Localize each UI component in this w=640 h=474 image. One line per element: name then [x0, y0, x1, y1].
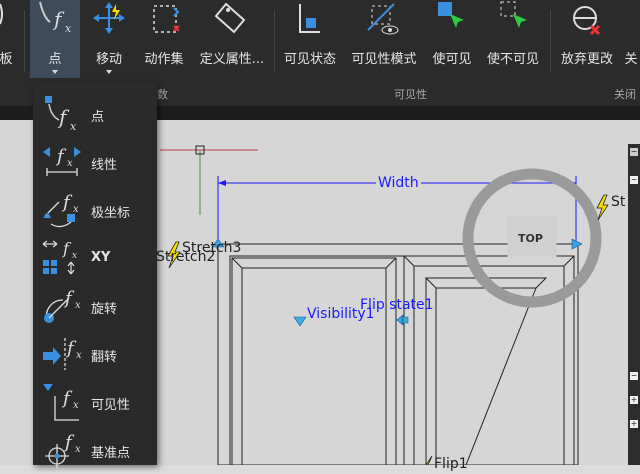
move-icon: [89, 0, 129, 44]
width-dimension-label[interactable]: Width: [376, 175, 421, 191]
base-point-param-icon: f x: [41, 430, 83, 470]
collapse-icon[interactable]: −: [630, 372, 638, 380]
make-invisible-button[interactable]: 使不可见: [482, 0, 544, 78]
svg-text:x: x: [72, 251, 77, 261]
close-editor-button[interactable]: 关: [622, 0, 640, 78]
discard-changes-label: 放弃更改: [560, 52, 613, 67]
flip-param-icon: f x: [41, 334, 83, 374]
panel-icon: [0, 0, 16, 40]
action-set-icon: [144, 0, 184, 44]
menu-item-label: 旋转: [91, 302, 118, 317]
svg-text:f: f: [63, 432, 75, 453]
expand-icon[interactable]: +: [630, 420, 638, 428]
make-visible-button[interactable]: 使可见: [426, 0, 478, 78]
svg-text:f: f: [62, 239, 72, 258]
svg-text:x: x: [75, 300, 81, 311]
collapse-icon[interactable]: −: [630, 148, 638, 156]
menu-item-label: 极坐标: [91, 206, 131, 221]
point-param-icon: f x: [41, 94, 83, 134]
svg-text:f: f: [55, 146, 67, 167]
chevron-down-icon[interactable]: [52, 70, 58, 74]
discard-changes-button[interactable]: 放弃更改: [554, 0, 620, 78]
define-attribute-button[interactable]: 定义属性...: [194, 0, 270, 78]
collapse-icon[interactable]: −: [630, 176, 638, 184]
menu-item-rotation[interactable]: f x 旋转: [33, 282, 157, 330]
point-param-button[interactable]: f x 点: [30, 0, 80, 78]
group-label-visibility: 可见性: [394, 88, 427, 101]
flip1-label[interactable]: Flip1: [434, 456, 468, 472]
visibility-states-label: 可见状态: [283, 52, 336, 67]
visibility-mode-icon: [364, 0, 404, 44]
make-visible-icon: [432, 0, 472, 44]
svg-text:f: f: [57, 105, 70, 129]
move-button[interactable]: 移动: [84, 0, 134, 78]
close-editor-label: 关: [624, 52, 638, 67]
svg-text:x: x: [73, 204, 79, 215]
menu-item-label: 可见性: [91, 398, 131, 413]
stretch2-label[interactable]: Stretch2: [156, 249, 215, 265]
ribbon-separator: [274, 10, 275, 72]
xy-param-icon: f x: [41, 238, 83, 278]
svg-text:f: f: [52, 7, 65, 31]
svg-text:x: x: [75, 444, 81, 455]
action-set-label: 动作集: [144, 52, 184, 67]
linear-param-icon: f x: [41, 142, 83, 182]
menu-item-point[interactable]: f x 点: [33, 90, 157, 138]
menu-item-label: 基准点: [91, 446, 131, 461]
stretch-label-partial[interactable]: St: [611, 194, 625, 210]
point-param-label: 点: [48, 52, 62, 67]
ribbon-separator: [550, 10, 551, 72]
visibility-mode-label: 可见性模式: [351, 52, 417, 67]
menu-item-xy[interactable]: f x XY: [33, 234, 157, 282]
menu-item-label: 翻转: [91, 350, 118, 365]
menu-item-flip[interactable]: f x 翻转: [33, 330, 157, 378]
point-param-icon: f x: [32, 0, 78, 44]
make-invisible-label: 使不可见: [486, 52, 539, 67]
svg-text:x: x: [65, 22, 72, 35]
action-set-button[interactable]: 动作集: [138, 0, 190, 78]
menu-item-visibility[interactable]: f x 可见性: [33, 378, 157, 426]
make-visible-label: 使可见: [432, 52, 472, 67]
group-label-close: 关闭: [614, 88, 636, 101]
svg-text:f: f: [61, 388, 73, 409]
menu-item-base-point[interactable]: f x 基准点: [33, 426, 157, 474]
menu-item-label: 点: [91, 110, 105, 125]
ribbon-separator: [24, 10, 25, 72]
move-label: 移动: [95, 52, 122, 67]
properties-panel-strip: − − − + +: [628, 144, 640, 465]
svg-text:x: x: [67, 158, 73, 169]
menu-item-polar[interactable]: f x 极坐标: [33, 186, 157, 234]
visibility-mode-button[interactable]: 可见性模式: [346, 0, 422, 78]
polar-param-icon: f x: [41, 190, 83, 230]
ribbon-button-label: 板: [0, 52, 13, 67]
menu-item-label: 线性: [91, 158, 118, 173]
viewcube-top-face[interactable]: TOP: [518, 232, 543, 245]
discard-changes-icon: [567, 0, 607, 44]
make-invisible-icon: [493, 0, 533, 44]
menu-item-label: XY: [91, 250, 111, 265]
svg-text:x: x: [73, 400, 79, 411]
svg-text:x: x: [76, 350, 82, 361]
visibility-states-icon: [290, 0, 330, 44]
flip-state-label[interactable]: Flip state1: [360, 297, 434, 313]
visibility-param-icon: f x: [41, 382, 83, 422]
svg-text:f: f: [63, 288, 75, 309]
ribbon-button-partial[interactable]: 板: [0, 0, 18, 78]
visibility-states-button[interactable]: 可见状态: [278, 0, 342, 78]
svg-text:f: f: [61, 192, 73, 213]
svg-text:x: x: [70, 120, 77, 133]
chevron-down-icon[interactable]: [106, 70, 112, 74]
define-attribute-label: 定义属性...: [199, 52, 265, 67]
expand-icon[interactable]: +: [630, 396, 638, 404]
menu-item-linear[interactable]: f x 线性: [33, 138, 157, 186]
parameter-dropdown-menu: f x 点 f x 线性 f x 极坐标 f x XY f x 旋转 f x 翻…: [33, 82, 157, 468]
tag-icon: [212, 0, 252, 44]
rotation-param-icon: f x: [41, 286, 83, 326]
